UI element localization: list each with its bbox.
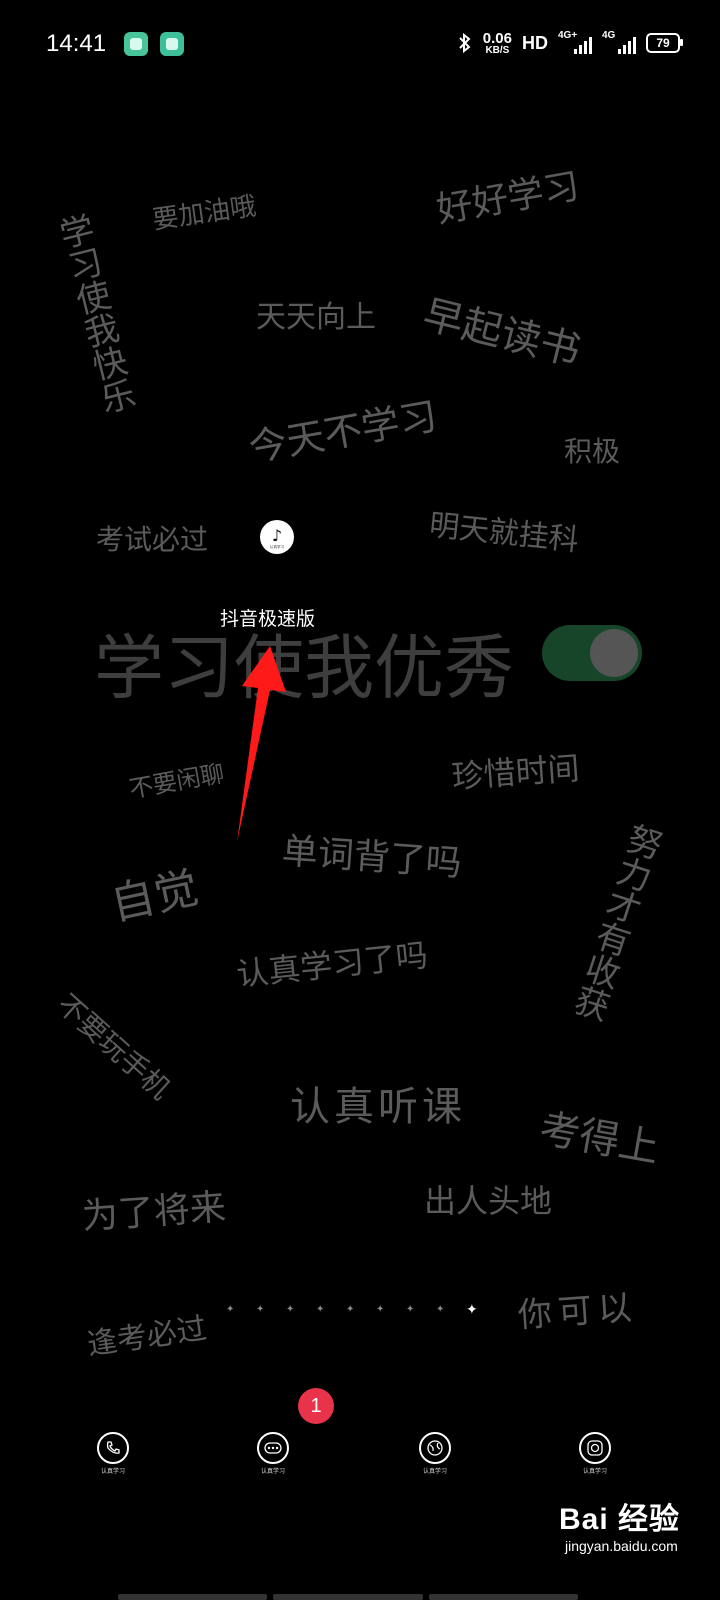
wallpaper-text: 好好学习 [433,165,583,232]
app-label[interactable]: 抖音极速版 [220,604,315,631]
page-dot[interactable]: ✦ [256,1305,264,1315]
page-dot-active[interactable]: ✦ [466,1303,478,1317]
wallpaper-text: 考得上 [536,1105,663,1172]
globe-icon [419,1432,451,1464]
dock: 认真学习 认真学习 认真学习 认真学习 [0,1410,720,1490]
status-indicators: 0.06 KB/S HD 4G+ 4G 79 [457,28,683,58]
hd-voice-indicator: HD [522,32,548,53]
message-icon [257,1432,289,1464]
wallpaper-text: 考试必过 [96,523,209,556]
bluetooth-icon [459,32,471,54]
tiktok-note-icon: ♪ [271,525,283,545]
network-speed: 0.06 KB/S [482,29,512,56]
wallpaper-text: 单词背了吗 [280,830,463,885]
browser-app[interactable]: 认真学习 [418,1432,452,1476]
messages-app[interactable]: 认真学习 [256,1432,290,1476]
wallpaper-text: 努力才有收获 [564,818,667,1025]
page-dot[interactable]: ✦ [406,1305,414,1315]
gesture-nav-bar[interactable] [118,1594,578,1600]
wallpaper-text: 出人头地 [424,1182,553,1220]
wallpaper-text: 积极 [564,435,621,468]
camera-icon [579,1432,611,1464]
page-dot[interactable]: ✦ [436,1305,444,1315]
notification-app-icon-2 [160,32,184,56]
phone-icon [97,1432,129,1464]
status-time: 14:41 [46,30,107,57]
icon-caption: 认真学习 [269,543,285,549]
toggle-switch [542,625,642,681]
page-dot[interactable]: ✦ [286,1305,294,1315]
wallpaper-text: 要加油哦 [150,191,259,236]
page-dot[interactable]: ✦ [346,1305,354,1315]
wallpaper-text: 为了将来 [80,1186,228,1238]
douyin-lite-app-icon[interactable]: ♪ 认真学习 [260,520,294,554]
wallpaper-text: 今天不学习 [245,393,441,471]
wallpaper-text: 明天就挂科 [427,507,581,559]
phone-app[interactable]: 认真学习 [96,1432,130,1476]
page-dot[interactable]: ✦ [376,1305,384,1315]
page-dot[interactable]: ✦ [316,1305,324,1315]
status-bar: 14:41 0.06 KB/S HD 4G+ 4G 79 [0,0,720,90]
page-dot[interactable]: ✦ [226,1305,234,1315]
wallpaper-text: 自觉 [106,862,203,931]
wallpaper-text: 珍惜时间 [450,749,581,796]
wallpaper-text: 认真学习了吗 [234,935,430,994]
wallpaper-text: 天天向上 [256,300,376,335]
signal-sim1-icon: 4G+ [558,30,592,54]
battery-icon: 79 [646,33,683,53]
signal-sim2-icon: 4G [602,30,636,54]
page-indicator[interactable]: ✦ ✦ ✦ ✦ ✦ ✦ ✦ ✦ ✦ [226,1303,478,1317]
baidu-jingyan-watermark: Bai 经验 jingyan.baidu.com [558,1503,680,1554]
wallpaper-text: 早起读书 [418,291,585,376]
wallpaper-text: 你可以 [516,1287,640,1336]
wallpaper-text: 学习使我快乐 [50,210,139,418]
wallpaper-text: 认真听课 [290,1084,466,1130]
wallpaper-text: 不要闲聊 [127,759,227,804]
notification-app-icon [124,32,148,56]
camera-app[interactable]: 认真学习 [578,1432,612,1476]
wallpaper-text: 不要玩手机 [50,987,177,1106]
wallpaper-text: 逢考必过 [85,1311,209,1363]
